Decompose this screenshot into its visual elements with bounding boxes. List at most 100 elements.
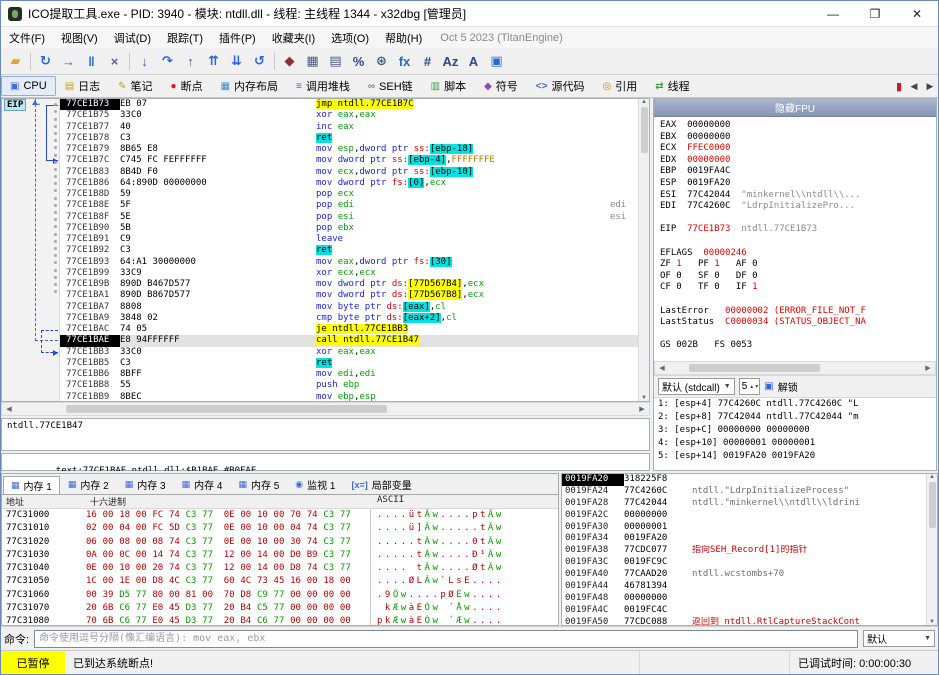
dump-row[interactable]: 77C31020 06 00 08 00 08 74 C3 77 0E 00 10 00 30 74 C3 77… [2,535,558,549]
menu-item-0[interactable]: 文件(F) [1,28,53,48]
restart-icon[interactable]: ↻ [34,51,57,72]
breakpoint-dot[interactable] [54,153,57,157]
argument-row[interactable]: 4: [esp+10] 00000001 00000001 [654,437,936,450]
trace-record-icon[interactable]: ◆ [278,51,301,72]
breakpoint-dot[interactable] [54,261,57,265]
dump-row[interactable]: 77C31030 0A 00 0C 00 14 74 C3 77 12 00 14 00 D0 B9 C3 77… [2,548,558,563]
memory-regions-icon[interactable]: ▦ [301,51,324,72]
register-row[interactable]: EAX 00000000 [660,120,936,132]
tab-scroll-right-icon[interactable]: ▶ [922,81,938,92]
breakpoint-dot[interactable] [54,239,57,243]
dump-row[interactable]: 77C31010 02 00 04 00 FC 5D C3 77 0E 00 10 00 04 74 C3 77… [2,522,558,536]
argument-row[interactable]: 5: [esp+14] 0019FA20 0019FA20 [654,450,936,463]
breakpoint-dot[interactable] [54,182,57,186]
argument-row[interactable]: 2: [esp+8] 77C42044 ntdll.77C42044 "m [654,411,936,424]
disasm-row[interactable]: 77CE1BB3 33C0 xor eax,eax [60,347,638,358]
breakpoint-dot[interactable] [54,103,57,107]
disasm-row[interactable]: 77CE1B83 8B4D F0 mov ecx,dword ptr ss:[ebp… [60,166,638,178]
disasm-row[interactable]: 77CE1B99 33C9 xor ecx,ecx [60,268,638,279]
stack-row[interactable]: 0019FA44 46781394 [562,581,927,593]
stack-row[interactable]: 0019FA48 00000000 [562,593,927,605]
register-row[interactable] [660,329,936,341]
menu-item-2[interactable]: 调试(D) [106,28,159,48]
scroll-thumb[interactable] [640,107,648,153]
tab-dump-4[interactable]: ▦ 内存 4 [174,475,231,494]
register-row[interactable]: ECX FFEC0000 [660,143,936,155]
tab-notes[interactable]: ✎ 笔记 [109,76,161,96]
scroll-track[interactable] [669,362,921,374]
menu-item-6[interactable]: 选项(O) [323,28,377,48]
tab-dump-1[interactable]: ▦ 内存 1 [3,476,60,494]
register-row[interactable]: LastError 00000002 (ERROR_FILE_NOT_F [660,306,936,318]
tab-symbols[interactable]: ◆ 符号 [475,76,527,96]
register-row[interactable]: ZF 1 PF 1 AF 0 [660,259,936,271]
stack-row[interactable]: 0019FA2C 00000000 [562,510,927,522]
scroll-left-icon[interactable]: ◀ [2,405,16,413]
settings-icon[interactable]: ⊛ [370,51,393,72]
scroll-right-icon[interactable]: ▶ [921,364,935,372]
register-row[interactable]: EIP 77CE1B73 ntdll.77CE1B73 [660,224,936,236]
disasm-row[interactable]: 77CE1B78 C3 ret [60,132,638,144]
stack-row[interactable]: 0019FA30 00000001 [562,522,927,534]
minimize-button[interactable]: — [812,1,854,26]
breakpoint-dot[interactable] [54,160,57,164]
scroll-down-icon[interactable]: ▼ [929,619,935,625]
tab-dump-5[interactable]: ▦ 内存 5 [230,475,287,494]
run-to-return-icon[interactable]: ↑ [179,51,202,72]
scroll-track[interactable] [16,403,635,415]
menu-item-5[interactable]: 收藏夹(I) [264,28,323,48]
command-profile-select[interactable]: 默认 ▼ [863,630,935,647]
stack-row[interactable]: 0019FA34 0019FA20 [562,533,927,545]
undo-step-icon[interactable]: ↺ [248,51,271,72]
tab-breakpoints[interactable]: ● 断点 [162,76,212,96]
cpu-window-icon[interactable]: ▣ [485,51,508,72]
open-file-icon[interactable]: ▰ [4,51,27,72]
disasm-row[interactable]: 77CE1BA7 8808 mov byte ptr ds:[eax],cl [60,301,638,313]
tab-scroll-left-icon[interactable]: ◀ [906,81,922,92]
close-button[interactable]: ✕ [896,1,938,26]
maximize-button[interactable]: ❐ [854,1,896,26]
disasm-row[interactable]: 77CE1B79 8B65 E8 mov esp,dword ptr ss:[ebp… [60,144,638,155]
breakpoint-dot[interactable] [54,203,57,207]
register-row[interactable]: ESP 0019FA20 [660,178,936,190]
calculator-icon[interactable]: # [416,51,439,72]
breakpoint-dot[interactable] [54,124,57,128]
dump-row[interactable]: 77C31080 70 6B C6 77 E0 45 D3 77 20 B4 C6 77 00 00 00 00… [2,615,558,625]
stack-row[interactable]: 0019FA24 77C4260C ntdll."LdrpInitializePro… [562,486,927,498]
register-row[interactable]: EDX 00000000 [660,155,936,167]
disasm-row[interactable]: 77CE1BB6 8BFF mov edi,edi [60,369,638,380]
disasm-row[interactable]: 77CE1B8F 5E pop esi esi [60,212,638,223]
disasm-row[interactable]: 77CE1BB9 8BEC mov ebp,esp [60,392,638,402]
breakpoint-dot[interactable] [54,189,57,193]
disasm-row[interactable]: 77CE1B8D 59 pop ecx [60,189,638,200]
disasm-row[interactable]: 77CE1B86 64:890D 00000000 mov dword ptr fs… [60,177,638,189]
disasm-row[interactable]: 77CE1B8E 5F pop edi edi [60,200,638,211]
unlock-checkbox-label[interactable]: 解锁 [778,379,798,394]
tabbar-extra-icon[interactable]: ▮ [892,80,906,93]
argument-row[interactable]: 1: [esp+4] 77C4260C ntdll.77C4260C "L [654,398,936,411]
stack-row[interactable]: 0019FA40 77CAAD20 ntdll.wcstombs+70 [562,569,927,581]
disasm-row[interactable]: 77CE1B75 33C0 xor eax,eax [60,110,638,121]
scroll-up-icon[interactable]: ▲ [929,474,935,480]
stack-row[interactable]: 0019FA4C 0019FC4C [562,605,927,617]
menu-item-7[interactable]: 帮助(H) [377,28,430,48]
scroll-thumb[interactable] [689,364,821,372]
menu-item-4[interactable]: 插件(P) [211,28,264,48]
disasm-row[interactable]: 77CE1BAC 74 05 je ntdll.77CE1BB3 [60,324,638,335]
tab-cpu[interactable]: ▣ CPU [1,76,56,96]
animate-into-icon[interactable]: ⇊ [225,51,248,72]
breakpoint-dot[interactable] [54,211,57,214]
step-out-icon[interactable]: ⇈ [202,51,225,72]
stack-row[interactable]: 0019FA3C 0019FC9C [562,557,927,569]
scroll-up-icon[interactable]: ▲ [641,99,647,105]
step-into-icon[interactable]: ↓ [133,51,156,72]
case-toggle-icon[interactable]: Az [439,51,462,72]
register-row[interactable] [660,236,936,248]
register-row[interactable]: LastStatus C0000034 (STATUS_OBJECT_NA [660,317,936,329]
tab-locals[interactable]: [x=] 局部变量 [344,475,420,494]
register-row[interactable]: EDI 77C4260C "LdrpInitializePro... [660,201,936,213]
register-row[interactable]: EBP 0019FA4C [660,166,936,178]
tab-references[interactable]: ◎ 引用 [593,76,646,96]
register-row[interactable]: EFLAGS 00000246 [660,248,936,260]
tab-dump-3[interactable]: ▦ 内存 3 [117,475,174,494]
